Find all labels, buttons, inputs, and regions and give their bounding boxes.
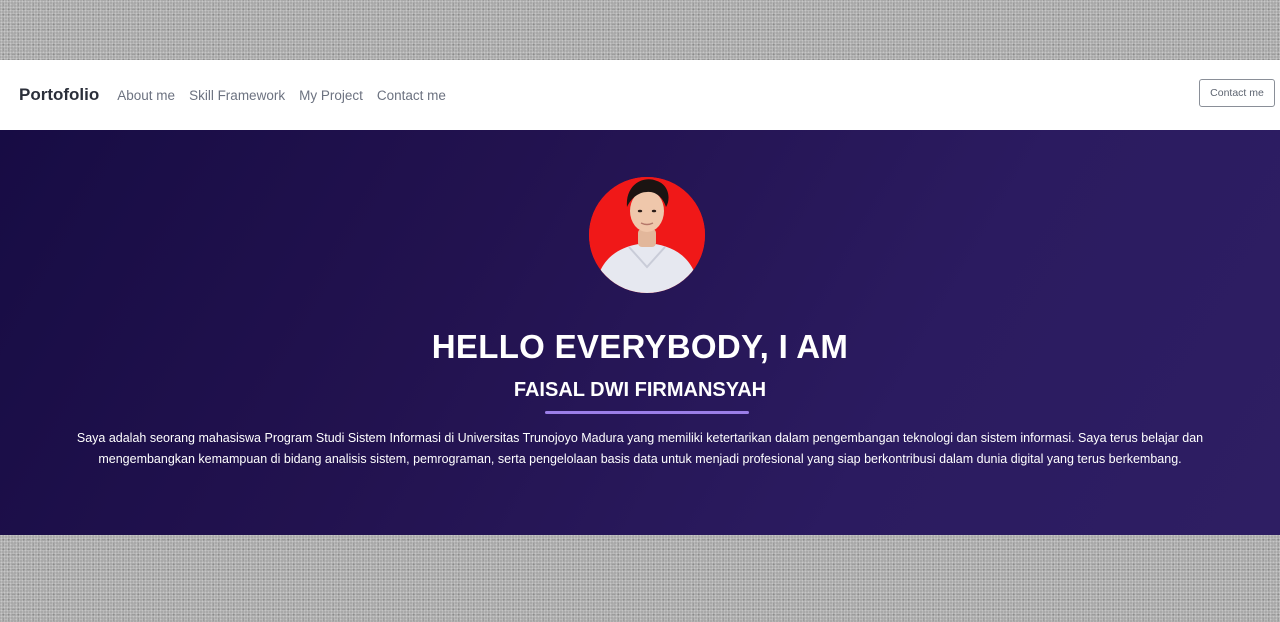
hero-title: HELLO EVERYBODY, I AM xyxy=(431,328,849,365)
hero-section: HELLO EVERYBODY, I AM FAISAL DWI FIRMANS… xyxy=(0,130,1280,535)
nav-link-about-me[interactable]: About me xyxy=(117,88,175,103)
brand-link[interactable]: Portofolio xyxy=(19,85,99,105)
profile-photo-icon xyxy=(589,177,705,293)
hero-name: FAISAL DWI FIRMANSYAH xyxy=(513,379,767,401)
avatar xyxy=(589,177,705,293)
contact-me-button[interactable]: Contact me xyxy=(1199,79,1275,107)
nav-link-contact-me[interactable]: Contact me xyxy=(377,88,446,103)
nav-link-skill-framework[interactable]: Skill Framework xyxy=(189,88,285,103)
accent-divider xyxy=(545,411,749,414)
nav-link-my-project[interactable]: My Project xyxy=(299,88,363,103)
top-navbar: Portofolio About me Skill Framework My P… xyxy=(0,60,1280,130)
nav-links: About me Skill Framework My Project Cont… xyxy=(117,88,460,103)
hero-description: Saya adalah seorang mahasiswa Program St… xyxy=(76,431,1204,466)
